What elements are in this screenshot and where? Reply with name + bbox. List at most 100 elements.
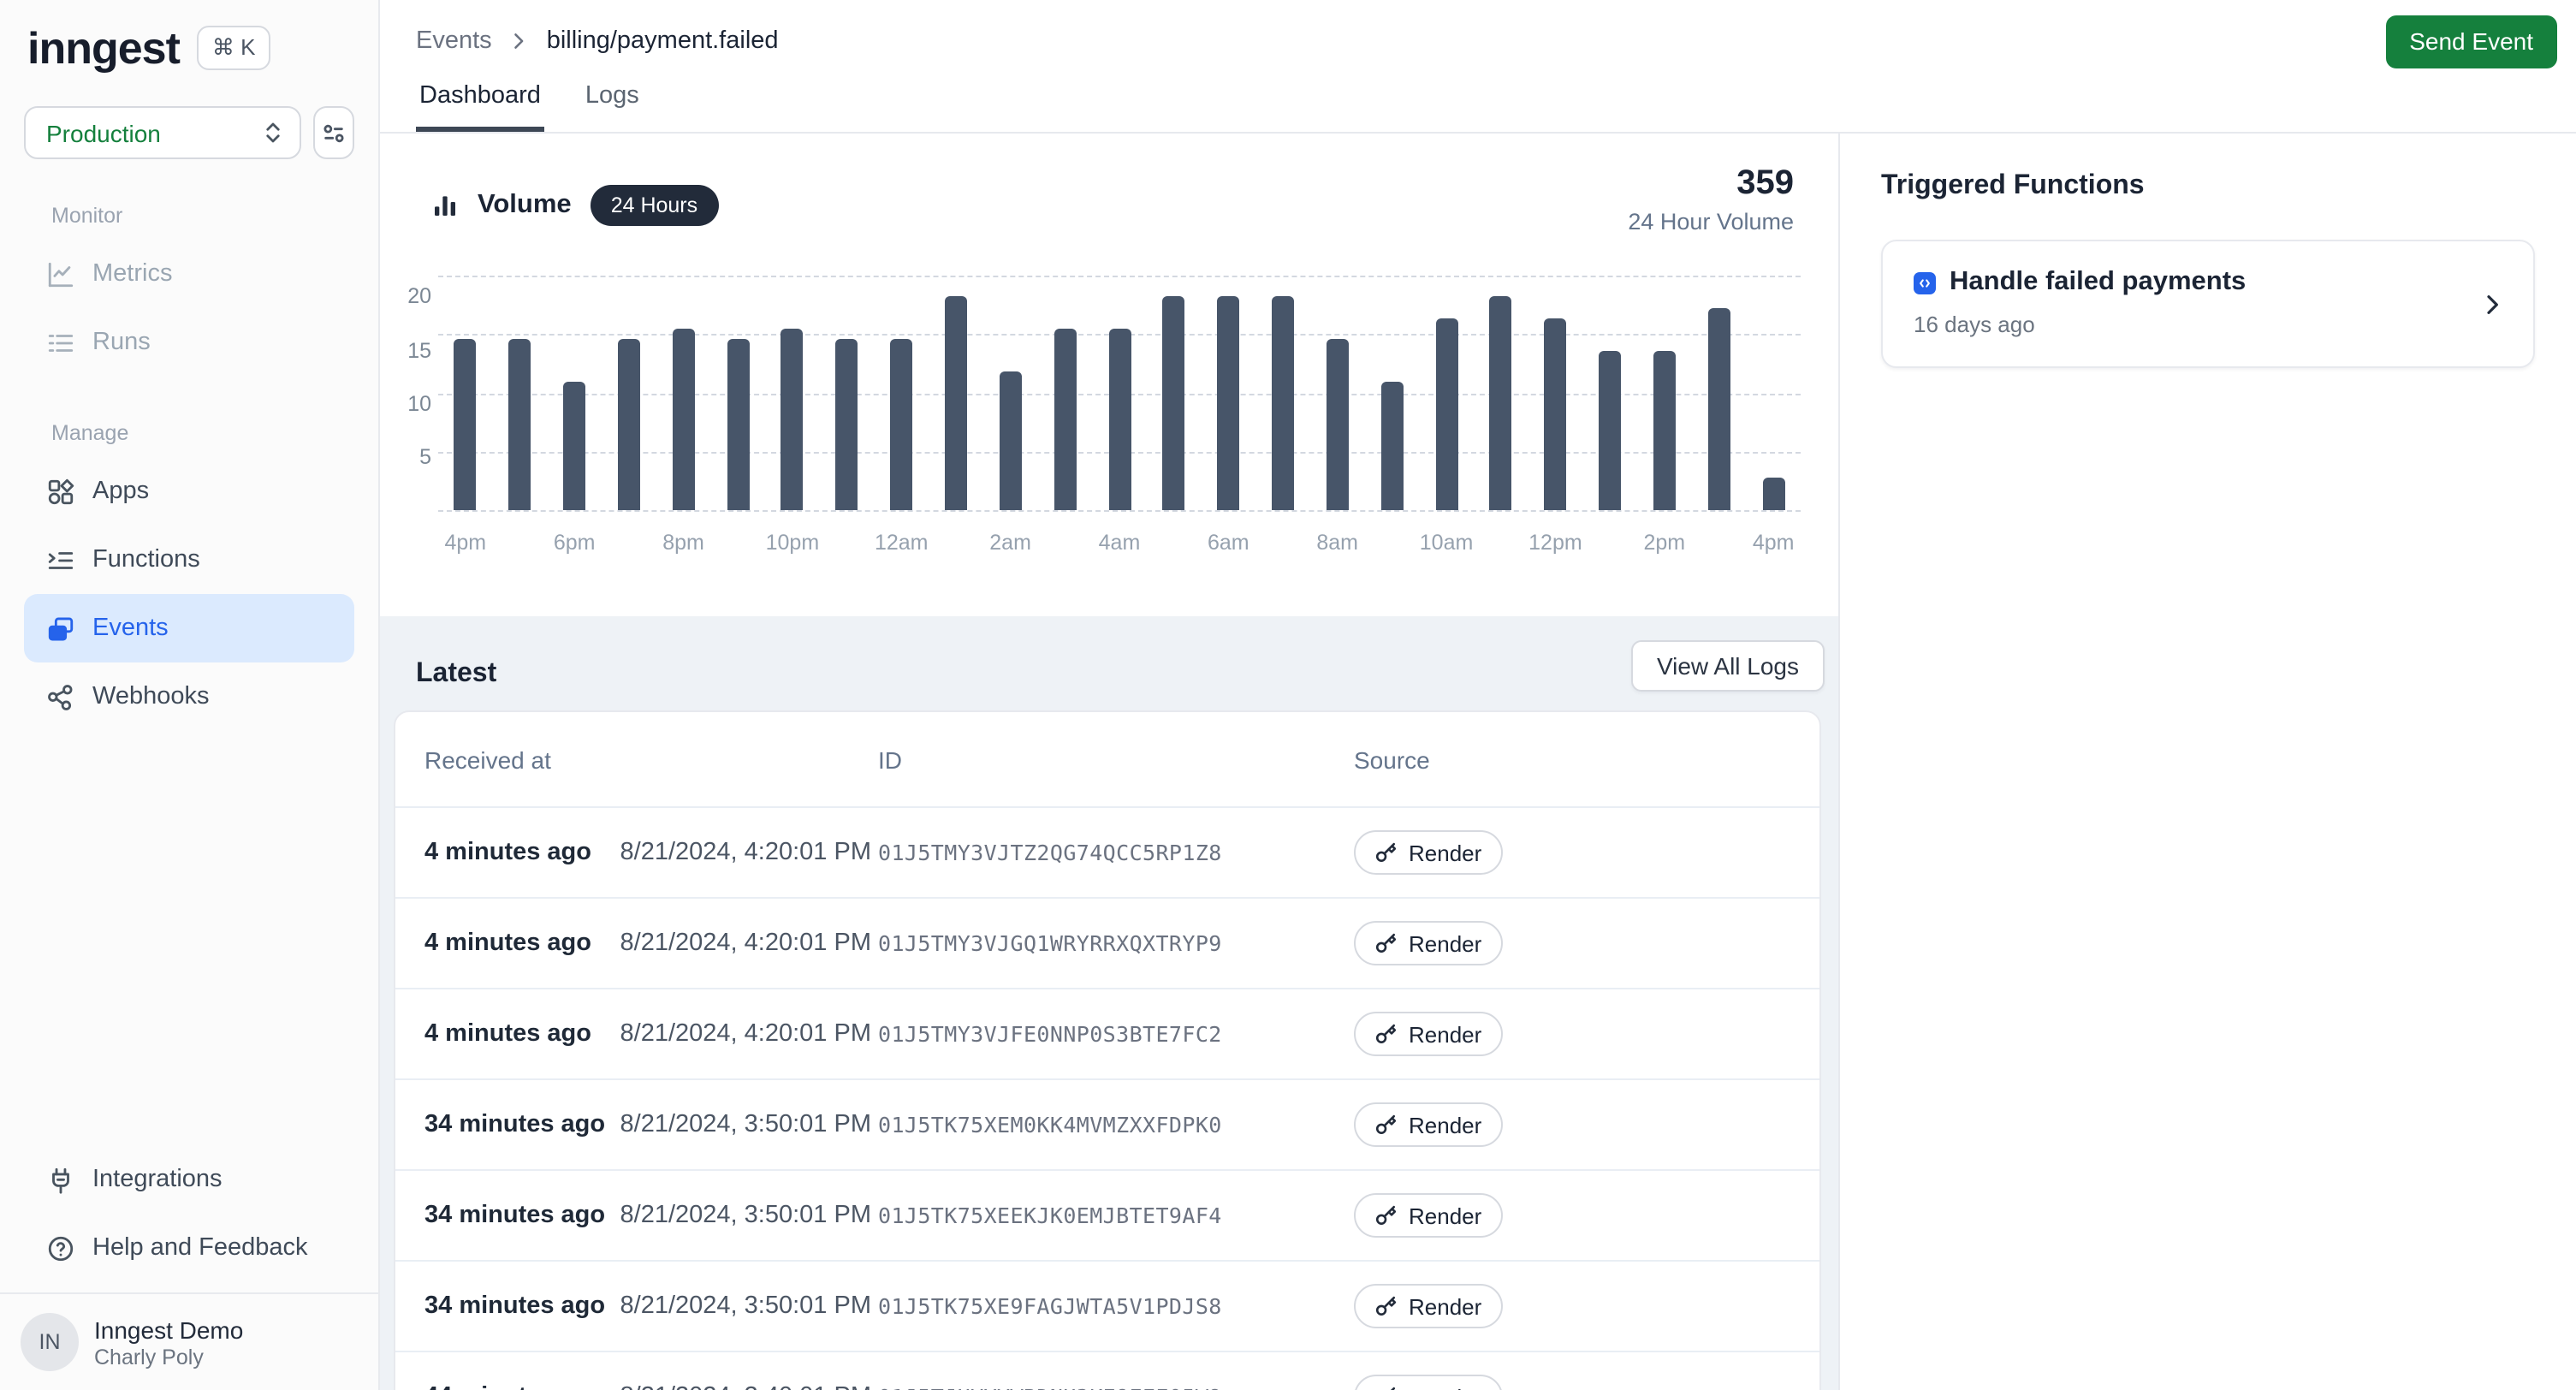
volume-bar-slot: [1310, 276, 1365, 510]
sidebar-item-webhooks[interactable]: Webhooks: [24, 662, 354, 731]
volume-bar-slot: [710, 276, 765, 510]
sidebar-item-label: Runs: [92, 329, 151, 356]
topbar: Events billing/payment.failed Send Event: [380, 0, 2576, 82]
table-row[interactable]: 34 minutes ago8/21/2024, 3:50:01 PM01J5T…: [395, 1262, 1819, 1352]
bar-chart-icon: [431, 192, 459, 219]
sidebar-item-functions[interactable]: Functions: [24, 526, 354, 594]
volume-bars: [438, 276, 1801, 510]
source-badge[interactable]: Render: [1354, 1284, 1502, 1328]
sidebar-item-label: Help and Feedback: [92, 1234, 308, 1262]
events-table: Received at ID Source 4 minutes ago8/21/…: [394, 710, 1821, 1390]
received-timestamp: 8/21/2024, 4:20:01 PM: [601, 1020, 871, 1048]
volume-chart-xlabels: 4pm6pm8pm10pm12am2am4am6am8am10am12pm2pm…: [438, 531, 1801, 558]
breadcrumb-current: billing/payment.failed: [547, 27, 779, 55]
source-badge[interactable]: Render: [1354, 1012, 1502, 1056]
breadcrumb-events-link[interactable]: Events: [416, 27, 492, 55]
key-icon: [1374, 1386, 1397, 1390]
y-axis-tick: 15: [394, 339, 431, 363]
volume-bar-slot: [983, 276, 1038, 510]
volume-bar-slot: [1528, 276, 1583, 510]
range-badge[interactable]: 24 Hours: [591, 185, 718, 226]
plug-icon: [46, 1165, 75, 1194]
volume-bar: [727, 339, 749, 510]
tab-dashboard[interactable]: Dashboard: [416, 82, 544, 132]
event-id: 01J5TMY3VJFE0NNP0S3BTE7FC2: [878, 1021, 1222, 1047]
table-row[interactable]: 4 minutes ago8/21/2024, 4:20:01 PM01J5TM…: [395, 808, 1819, 899]
y-axis-tick: 20: [394, 284, 431, 308]
source-badge[interactable]: Render: [1354, 830, 1502, 875]
source-label: Render: [1409, 1384, 1481, 1390]
sidebar-item-events[interactable]: Events: [24, 594, 354, 662]
event-id: 01J5TK75XEM0KK4MVMZXXFDPK0: [878, 1112, 1222, 1138]
source-badge[interactable]: Render: [1354, 921, 1502, 965]
table-row[interactable]: 4 minutes ago8/21/2024, 4:20:01 PM01J5TM…: [395, 989, 1819, 1080]
key-icon: [1374, 932, 1397, 954]
table-row[interactable]: 34 minutes ago8/21/2024, 3:50:01 PM01J5T…: [395, 1080, 1819, 1171]
function-last-run: 16 days ago: [1914, 312, 2502, 337]
volume-bar-slot: [1419, 276, 1474, 510]
sidebar-item-runs[interactable]: Runs: [24, 308, 354, 377]
source-label: Render: [1409, 840, 1481, 865]
volume-bar: [454, 339, 477, 510]
source-label: Render: [1409, 930, 1481, 956]
volume-bar-slot: [929, 276, 983, 510]
sidebar-nav: Monitor Metrics Runs Manage Apps: [0, 159, 378, 731]
key-icon: [1374, 1204, 1397, 1227]
sidebar-item-label: Integrations: [92, 1166, 223, 1193]
main-area: Events billing/payment.failed Send Event…: [380, 0, 2576, 1390]
volume-total-label: 24 Hour Volume: [1628, 209, 1794, 235]
triggered-functions-title: Triggered Functions: [1881, 171, 2535, 202]
key-icon: [1374, 841, 1397, 864]
volume-bar: [836, 339, 858, 510]
environment-row: Production: [0, 75, 378, 159]
function-card[interactable]: Handle failed payments 16 days ago: [1881, 240, 2535, 368]
user-menu[interactable]: IN Inngest Demo Charly Poly: [0, 1294, 378, 1390]
volume-bar: [563, 382, 585, 510]
received-relative-time: 4 minutes ago: [424, 839, 591, 866]
event-id: 01J5TJHVYVWBDNH3KE9EEE05W9: [878, 1384, 1222, 1390]
sidebar-item-metrics[interactable]: Metrics: [24, 240, 354, 308]
source-badge[interactable]: Render: [1354, 1193, 1502, 1238]
volume-bar: [1599, 351, 1621, 510]
environment-select[interactable]: Production: [24, 106, 301, 159]
volume-bar: [1762, 478, 1784, 510]
received-timestamp: 8/21/2024, 3:40:01 PM: [601, 1383, 871, 1390]
logo-row: inngest ⌘ K: [0, 0, 378, 75]
source-badge[interactable]: Render: [1354, 1375, 1502, 1390]
table-row[interactable]: 34 minutes ago8/21/2024, 3:50:01 PM01J5T…: [395, 1171, 1819, 1262]
view-all-logs-button[interactable]: View All Logs: [1631, 640, 1825, 692]
sidebar-item-apps[interactable]: Apps: [24, 457, 354, 526]
sidebar-item-label: Events: [92, 615, 169, 642]
tab-logs[interactable]: Logs: [582, 82, 643, 132]
key-icon: [1374, 1114, 1397, 1136]
volume-bar: [1653, 351, 1676, 510]
received-timestamp: 8/21/2024, 4:20:01 PM: [601, 930, 871, 957]
volume-bar-slot: [820, 276, 875, 510]
table-row[interactable]: 4 minutes ago8/21/2024, 4:20:01 PM01J5TM…: [395, 899, 1819, 989]
section-label-manage: Manage: [51, 421, 327, 445]
event-dashboard-column: Volume 24 Hours 359 24 Hour Volume: [380, 134, 1838, 1390]
environment-label: Production: [46, 119, 260, 146]
source-badge[interactable]: Render: [1354, 1102, 1502, 1147]
volume-bar: [1708, 308, 1730, 510]
tab-bar: Dashboard Logs: [380, 82, 2576, 134]
sidebar-item-integrations[interactable]: Integrations: [24, 1145, 354, 1214]
environment-settings-button[interactable]: [313, 106, 354, 159]
sidebar-item-help[interactable]: Help and Feedback: [24, 1214, 354, 1282]
received-relative-time: 34 minutes ago: [424, 1292, 605, 1320]
volume-bar-slot: [1582, 276, 1637, 510]
x-axis-tick: 2am: [968, 531, 1054, 555]
x-axis-tick: 10pm: [750, 531, 835, 555]
command-k-shortcut[interactable]: ⌘ K: [197, 26, 271, 70]
volume-bar: [673, 329, 695, 510]
event-id: 01J5TMY3VJTZ2QG74QCC5RP1Z8: [878, 840, 1222, 865]
latest-section: Latest View All Logs Received at ID Sour…: [380, 616, 1838, 1390]
volume-bar: [1490, 296, 1512, 510]
volume-bar: [1217, 296, 1239, 510]
volume-bar: [1272, 296, 1294, 510]
volume-bar: [1000, 371, 1022, 510]
volume-bar: [1163, 296, 1185, 510]
send-event-button[interactable]: Send Event: [2385, 15, 2557, 68]
x-axis-tick: 8am: [1295, 531, 1380, 555]
table-row[interactable]: 44 minutes ago8/21/2024, 3:40:01 PM01J5T…: [395, 1352, 1819, 1390]
